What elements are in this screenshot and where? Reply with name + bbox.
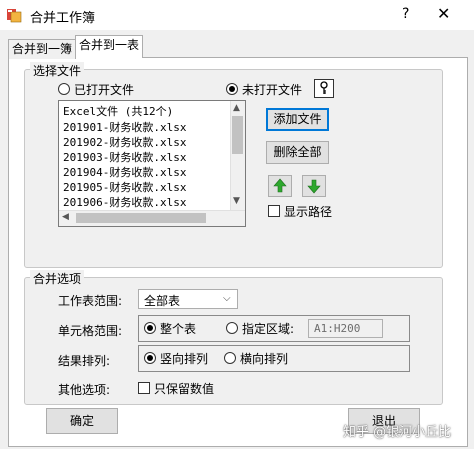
scroll-up-icon[interactable]: ▲ xyxy=(233,103,240,113)
down-arrow-icon xyxy=(307,179,321,194)
radio-whole-table-label: 整个表 xyxy=(160,322,197,336)
up-arrow-icon xyxy=(273,178,287,193)
range-input[interactable]: A1:H200 xyxy=(308,319,383,338)
tab-merge-to-workbook[interactable]: 合并到一簿 xyxy=(8,39,76,59)
result-sort-label: 结果排列: xyxy=(58,354,111,368)
cell-range-label: 单元格范围: xyxy=(58,324,123,338)
radio-specified-range-label: 指定区域: xyxy=(242,322,295,336)
horizontal-scroll-thumb[interactable] xyxy=(76,213,206,223)
list-item[interactable]: 201903-财务收款.xlsx xyxy=(63,149,186,165)
move-up-button[interactable] xyxy=(268,175,292,197)
values-only-label: 只保留数值 xyxy=(154,382,215,396)
radio-vertical[interactable] xyxy=(144,352,156,364)
tab-merge-to-sheet[interactable]: 合并到一表 xyxy=(75,35,143,58)
show-path-label: 显示路径 xyxy=(284,205,333,219)
close-button[interactable]: ✕ xyxy=(437,4,450,23)
watermark: 知乎 @银河小丘比 xyxy=(343,425,452,440)
radio-unopened-files[interactable] xyxy=(226,83,238,95)
list-item[interactable]: 201904-财务收款.xlsx xyxy=(63,164,186,180)
app-icon xyxy=(6,7,22,23)
merge-options-legend: 合并选项 xyxy=(30,270,85,287)
scroll-left-icon[interactable]: ◀ xyxy=(62,212,69,222)
list-header: Excel文件 (共12个) xyxy=(63,105,174,118)
delete-all-button[interactable]: 删除全部 xyxy=(266,141,329,164)
window-title: 合并工作簿 xyxy=(30,11,96,26)
scroll-down-icon[interactable]: ▼ xyxy=(233,196,240,206)
show-path-checkbox[interactable] xyxy=(268,205,280,217)
key-icon[interactable] xyxy=(314,79,334,98)
move-down-button[interactable] xyxy=(302,175,326,197)
list-item[interactable]: 201905-财务收款.xlsx xyxy=(63,179,186,195)
file-list[interactable]: Excel文件 (共12个) 201901-财务收款.xlsx 201902-财… xyxy=(58,100,246,227)
radio-opened-files[interactable] xyxy=(58,83,70,95)
vertical-scroll-thumb[interactable] xyxy=(232,116,243,154)
sheet-range-select[interactable]: 全部表 ⌵ xyxy=(138,289,238,309)
ok-button[interactable]: 确定 xyxy=(46,408,118,434)
radio-unopened-label: 未打开文件 xyxy=(242,83,303,97)
radio-specified-range[interactable] xyxy=(226,322,238,334)
scroll-corner xyxy=(230,211,245,226)
add-file-button[interactable]: 添加文件 xyxy=(266,108,329,131)
sheet-range-value: 全部表 xyxy=(144,294,181,308)
values-only-checkbox[interactable] xyxy=(138,382,150,394)
select-files-legend: 选择文件 xyxy=(30,62,85,79)
radio-horizontal[interactable] xyxy=(224,352,236,364)
list-item[interactable]: 201902-财务收款.xlsx xyxy=(63,134,186,150)
radio-horizontal-label: 横向排列 xyxy=(240,352,289,366)
radio-whole-table[interactable] xyxy=(144,322,156,334)
list-item[interactable]: 201906-财务收款.xlsx xyxy=(63,194,186,210)
chevron-down-icon: ⌵ xyxy=(223,293,231,304)
radio-vertical-label: 竖向排列 xyxy=(160,352,209,366)
help-button[interactable]: ? xyxy=(402,6,409,22)
radio-opened-label: 已打开文件 xyxy=(74,83,135,97)
other-options-label: 其他选项: xyxy=(58,383,111,397)
sheet-range-label: 工作表范围: xyxy=(58,294,123,308)
list-item[interactable]: 201901-财务收款.xlsx xyxy=(63,119,186,135)
